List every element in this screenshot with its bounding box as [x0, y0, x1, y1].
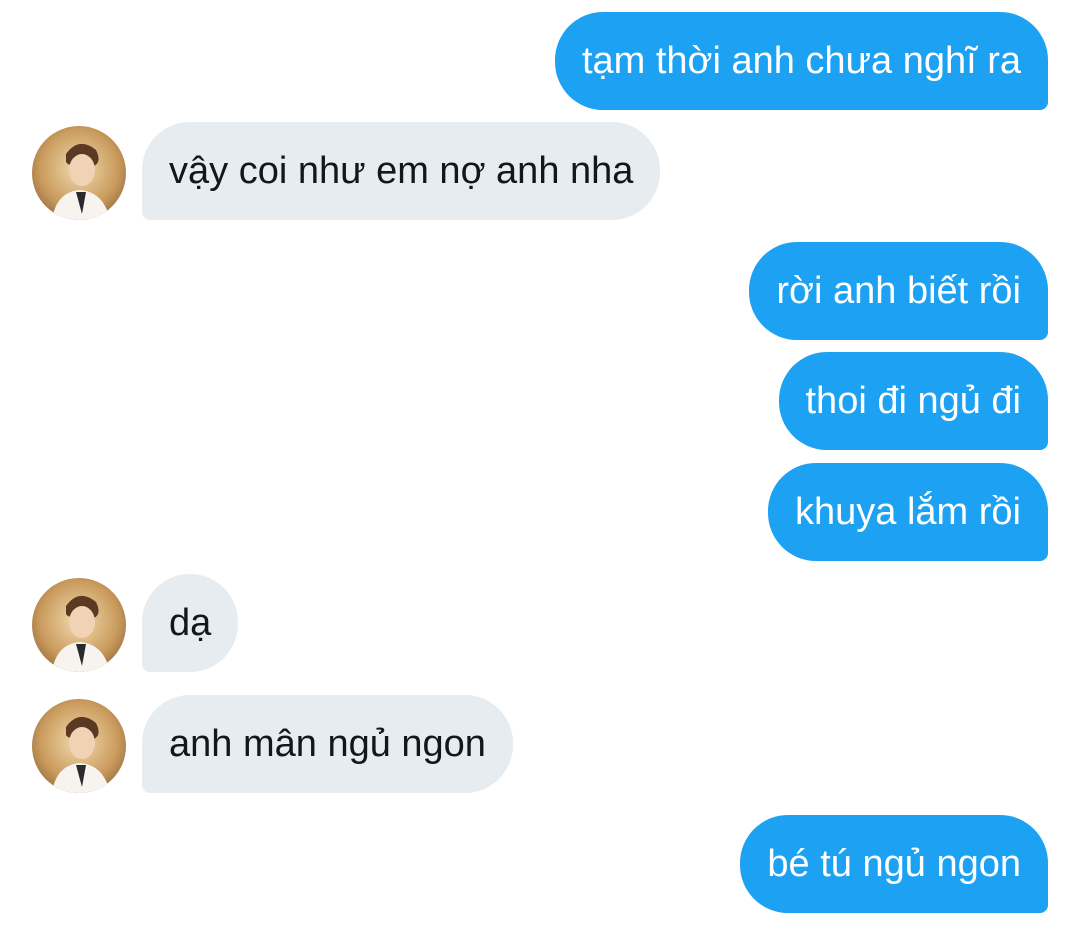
sent-message-bubble[interactable]: rời anh biết rồi: [749, 242, 1048, 340]
contact-avatar-icon[interactable]: [32, 578, 126, 672]
message-text: thoi đi ngủ đi: [805, 380, 1022, 422]
sent-message-bubble[interactable]: bé tú ngủ ngon: [740, 815, 1048, 913]
received-message-bubble[interactable]: anh mân ngủ ngon: [142, 695, 513, 793]
contact-avatar-icon[interactable]: [32, 126, 126, 220]
message-text: bé tú ngủ ngon: [767, 843, 1021, 885]
sent-message-bubble[interactable]: tạm thời anh chưa nghĩ ra: [554, 12, 1048, 110]
received-message-bubble[interactable]: dạ: [142, 574, 239, 672]
message-text: khuya lắm rồi: [795, 491, 1021, 533]
sent-message-bubble[interactable]: khuya lắm rồi: [768, 463, 1048, 561]
sent-message-bubble[interactable]: thoi đi ngủ đi: [778, 352, 1048, 450]
contact-avatar-icon[interactable]: [32, 699, 126, 793]
message-text: dạ: [169, 602, 212, 644]
message-text: vậy coi như em nợ anh nha: [169, 150, 634, 192]
message-text: rời anh biết rồi: [776, 270, 1021, 312]
message-text: tạm thời anh chưa nghĩ ra: [581, 40, 1021, 82]
message-text: anh mân ngủ ngon: [169, 723, 486, 765]
received-message-bubble[interactable]: vậy coi như em nợ anh nha: [142, 122, 661, 220]
